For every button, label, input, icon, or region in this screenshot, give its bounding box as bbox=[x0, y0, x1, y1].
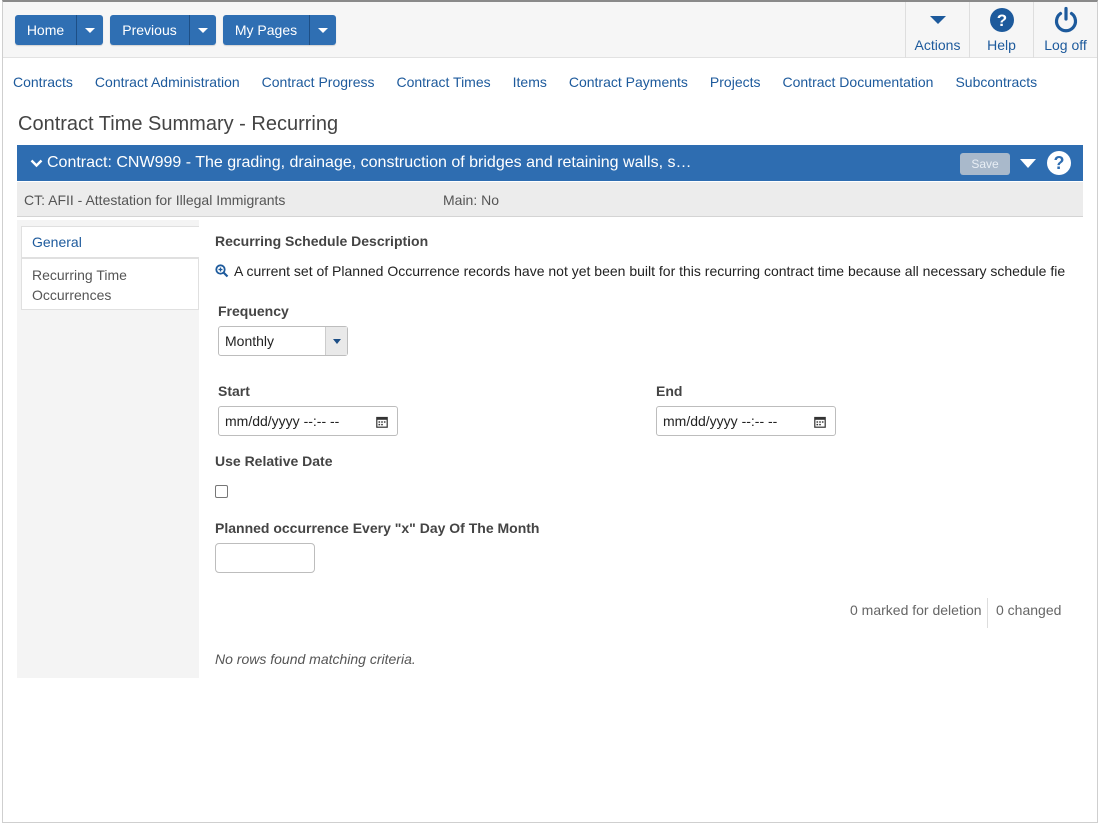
help-button[interactable]: ? Help bbox=[969, 2, 1033, 58]
log-off-label: Log off bbox=[1044, 37, 1087, 53]
previous-button[interactable]: Previous bbox=[110, 15, 190, 45]
planned-occurrence-label: Planned occurrence Every "x" Day Of The … bbox=[215, 520, 540, 536]
tab-recurring-time-occurrences[interactable]: Recurring Time Occurrences bbox=[21, 258, 199, 310]
contract-info-bar: CT: AFII - Attestation for Illegal Immig… bbox=[17, 182, 1083, 217]
my-pages-dropdown-button[interactable] bbox=[310, 15, 336, 45]
help-icon: ? bbox=[989, 5, 1015, 35]
nav-contracts[interactable]: Contracts bbox=[13, 74, 73, 90]
calendar-icon[interactable] bbox=[814, 415, 826, 431]
frequency-select[interactable]: Monthly bbox=[218, 326, 348, 356]
use-relative-date-label: Use Relative Date bbox=[215, 453, 333, 469]
home-button-group: Home bbox=[15, 15, 103, 45]
use-relative-date-checkbox[interactable] bbox=[215, 485, 228, 498]
contract-header-bar: Contract: CNW999 - The grading, drainage… bbox=[17, 145, 1083, 181]
chevron-down-icon bbox=[318, 27, 328, 33]
home-dropdown-button[interactable] bbox=[77, 15, 103, 45]
start-datetime-placeholder: mm/dd/yyyy --:-- -- bbox=[225, 413, 340, 429]
chevron-down-icon bbox=[198, 27, 208, 33]
chevron-down-icon bbox=[85, 27, 95, 33]
actions-button[interactable]: Actions bbox=[905, 2, 969, 58]
power-icon bbox=[1053, 5, 1079, 35]
marked-for-deletion-count: 0 marked for deletion bbox=[850, 602, 982, 618]
planned-occurrence-day-input[interactable] bbox=[215, 543, 315, 573]
home-button[interactable]: Home bbox=[15, 15, 77, 45]
top-toolbar: Home Previous My Pages Actions ? Help Lo… bbox=[3, 2, 1097, 58]
app-window: Home Previous My Pages Actions ? Help Lo… bbox=[2, 0, 1098, 823]
chevron-down-icon bbox=[325, 327, 347, 355]
info-message: A current set of Planned Occurrence reco… bbox=[215, 263, 1065, 279]
zoom-icon[interactable] bbox=[215, 264, 229, 278]
side-tabs: General Recurring Time Occurrences bbox=[17, 220, 199, 678]
menu-caret-icon[interactable] bbox=[1020, 159, 1036, 168]
frequency-label: Frequency bbox=[218, 303, 289, 319]
nav-contract-times[interactable]: Contract Times bbox=[396, 74, 490, 90]
actions-label: Actions bbox=[914, 37, 961, 53]
page-title: Contract Time Summary - Recurring bbox=[18, 113, 339, 135]
nav-subcontracts[interactable]: Subcontracts bbox=[955, 74, 1037, 90]
end-label: End bbox=[656, 383, 683, 399]
end-datetime-placeholder: mm/dd/yyyy --:-- -- bbox=[663, 413, 778, 429]
contract-time-label: CT: AFII - Attestation for Illegal Immig… bbox=[24, 192, 286, 208]
nav-projects[interactable]: Projects bbox=[710, 74, 761, 90]
right-tools: Actions ? Help Log off bbox=[905, 2, 1097, 58]
calendar-icon[interactable] bbox=[376, 415, 388, 431]
start-label: Start bbox=[218, 383, 250, 399]
nav-contract-payments[interactable]: Contract Payments bbox=[569, 74, 688, 90]
tab-general[interactable]: General bbox=[21, 226, 199, 258]
main-content: Recurring Schedule Description A current… bbox=[199, 220, 1083, 678]
log-off-button[interactable]: Log off bbox=[1033, 2, 1097, 58]
divider bbox=[987, 598, 988, 628]
info-message-text: A current set of Planned Occurrence reco… bbox=[234, 263, 1066, 279]
my-pages-button[interactable]: My Pages bbox=[223, 15, 310, 45]
main-flag-label: Main: No bbox=[443, 192, 500, 208]
chevron-down-icon[interactable] bbox=[29, 156, 43, 170]
start-datetime-input[interactable]: mm/dd/yyyy --:-- -- bbox=[218, 406, 398, 436]
svg-text:?: ? bbox=[996, 11, 1006, 30]
help-icon[interactable]: ? bbox=[1047, 151, 1071, 175]
contract-title[interactable]: Contract: CNW999 - The grading, drainage… bbox=[47, 154, 691, 172]
nav-contract-progress[interactable]: Contract Progress bbox=[262, 74, 375, 90]
nav-contract-documentation[interactable]: Contract Documentation bbox=[783, 74, 934, 90]
previous-button-group: Previous bbox=[110, 15, 216, 45]
nav-items[interactable]: Items bbox=[513, 74, 547, 90]
main-nav: Contracts Contract Administration Contra… bbox=[13, 74, 1059, 90]
empty-grid-message: No rows found matching criteria. bbox=[215, 651, 416, 667]
frequency-value: Monthly bbox=[225, 333, 275, 349]
help-label: Help bbox=[987, 37, 1016, 53]
previous-dropdown-button[interactable] bbox=[190, 15, 216, 45]
section-label: Recurring Schedule Description bbox=[215, 233, 429, 249]
nav-contract-administration[interactable]: Contract Administration bbox=[95, 74, 240, 90]
changed-count: 0 changed bbox=[996, 602, 1062, 618]
end-datetime-input[interactable]: mm/dd/yyyy --:-- -- bbox=[656, 406, 836, 436]
caret-down-icon bbox=[929, 5, 947, 35]
save-button[interactable]: Save bbox=[960, 153, 1010, 175]
mypages-button-group: My Pages bbox=[223, 15, 336, 45]
